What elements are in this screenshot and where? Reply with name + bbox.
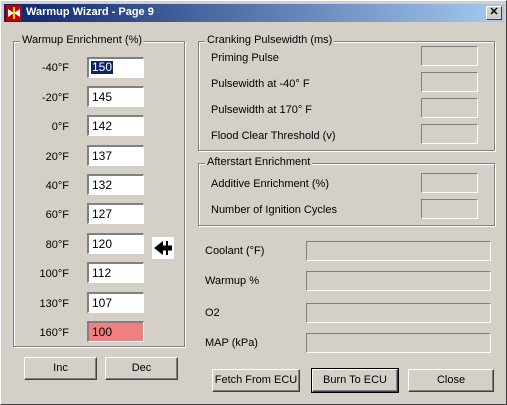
- coolant-readout: [306, 241, 491, 261]
- warmup-field-neg40-wrap: 150: [87, 57, 144, 78]
- map-label: MAP (kPa): [205, 337, 258, 349]
- left-arrow-icon: [152, 237, 174, 259]
- burn-to-ecu-button[interactable]: Burn To ECU: [311, 368, 399, 393]
- fetch-from-ecu-button[interactable]: Fetch From ECU: [212, 369, 300, 392]
- title-bar[interactable]: Warmup Wizard - Page 9 ✕: [4, 4, 504, 22]
- temp-label-20: 20°F: [45, 151, 69, 163]
- warmup-field-160[interactable]: [87, 321, 144, 342]
- warmup-field-20[interactable]: [87, 145, 144, 166]
- temp-label-neg20: -20°F: [41, 92, 69, 104]
- pulsewidth-neg40-label: Pulsewidth at -40° F: [211, 78, 310, 90]
- warmup-field-130[interactable]: [87, 292, 144, 313]
- warmup-field-neg40-selection: 150: [91, 60, 114, 74]
- warmup-percent-label: Warmup %: [205, 275, 259, 287]
- additive-enrichment-label: Additive Enrichment (%): [211, 178, 329, 190]
- warmup-field-100[interactable]: [87, 262, 144, 283]
- temp-label-neg40: -40°F: [41, 62, 69, 74]
- coolant-label: Coolant (°F): [205, 245, 265, 257]
- warmup-field-neg20[interactable]: [87, 86, 144, 107]
- warmup-percent-readout: [306, 271, 491, 291]
- window-title: Warmup Wizard - Page 9: [26, 6, 154, 18]
- temp-label-100: 100°F: [39, 268, 69, 280]
- inc-button[interactable]: Inc: [24, 357, 97, 380]
- o2-readout: [306, 303, 491, 323]
- ignition-cycles-field[interactable]: [421, 199, 478, 219]
- flood-clear-label: Flood Clear Threshold (v): [211, 130, 336, 142]
- close-icon: ✕: [489, 6, 499, 18]
- pulsewidth-170-field[interactable]: [421, 98, 478, 118]
- temp-label-60: 60°F: [45, 209, 69, 221]
- flood-clear-field[interactable]: [421, 124, 478, 144]
- warmup-field-80[interactable]: [87, 233, 144, 254]
- pulsewidth-170-label: Pulsewidth at 170° F: [211, 104, 313, 116]
- dec-button[interactable]: Dec: [105, 357, 178, 380]
- map-readout: [306, 333, 491, 353]
- warmup-field-0[interactable]: [87, 115, 144, 136]
- o2-label: O2: [205, 307, 220, 319]
- warmup-enrichment-legend: Warmup Enrichment (%): [20, 34, 145, 46]
- temp-label-130: 130°F: [39, 298, 69, 310]
- warmup-field-60[interactable]: [87, 203, 144, 224]
- ignition-cycles-label: Number of Ignition Cycles: [211, 204, 337, 216]
- app-icon: [6, 5, 22, 21]
- priming-pulse-field[interactable]: [421, 46, 478, 66]
- pulsewidth-neg40-field[interactable]: [421, 72, 478, 92]
- temp-label-160: 160°F: [39, 327, 69, 339]
- temp-label-40: 40°F: [45, 180, 69, 192]
- warmup-wizard-window: Warmup Wizard - Page 9 ✕ Warmup Enrichme…: [0, 0, 507, 405]
- temp-label-80: 80°F: [45, 239, 69, 251]
- priming-pulse-label: Priming Pulse: [211, 52, 279, 64]
- cranking-pulsewidth-legend: Cranking Pulsewidth (ms): [205, 34, 335, 46]
- close-window-button[interactable]: ✕: [486, 6, 502, 20]
- additive-enrichment-field[interactable]: [421, 173, 478, 193]
- close-button[interactable]: Close: [408, 369, 494, 392]
- afterstart-enrichment-legend: Afterstart Enrichment: [205, 156, 313, 168]
- temp-label-0: 0°F: [51, 121, 69, 133]
- warmup-field-40[interactable]: [87, 174, 144, 195]
